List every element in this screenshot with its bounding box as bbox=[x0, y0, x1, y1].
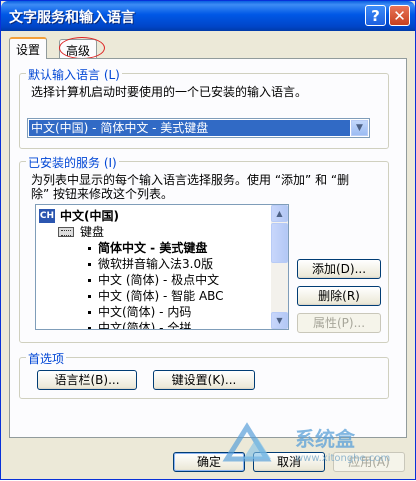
bullet-icon bbox=[88, 295, 91, 298]
installed-services-legend: 已安装的服务 (I) bbox=[26, 154, 119, 171]
apply-button[interactable]: 应用(A) bbox=[333, 452, 405, 472]
scroll-down-icon[interactable]: ▼ bbox=[271, 312, 288, 329]
tree-service-item[interactable]: 中文(简体) - 内码 bbox=[98, 304, 191, 320]
tree-category-node[interactable]: 键盘 bbox=[80, 224, 104, 240]
bullet-icon bbox=[88, 279, 91, 282]
help-button[interactable]: ? bbox=[365, 5, 386, 26]
tree-language-node[interactable]: 中文(中国) bbox=[60, 208, 119, 224]
title-bar[interactable]: 文字服务和输入语言 ? ✕ bbox=[1, 1, 415, 31]
tab-advanced[interactable]: 高级 bbox=[59, 39, 98, 59]
ok-button[interactable]: 确定 bbox=[173, 452, 245, 472]
tree-service-item[interactable]: 微软拼音输入法3.0版 bbox=[98, 256, 213, 272]
tree-service-item[interactable]: 中文 (简体) - 智能 ABC bbox=[98, 288, 224, 304]
services-description-line2: 除” 按钮来修改这个列表。 bbox=[31, 187, 174, 201]
tree-service-item[interactable]: 中文(简体) - 全拼 bbox=[98, 320, 191, 329]
services-scrollbar[interactable]: ▲ ▼ bbox=[271, 205, 288, 329]
default-language-select[interactable]: 中文(中国) - 简体中文 - 美式键盘 ▼ bbox=[27, 118, 370, 138]
default-language-legend: 默认输入语言 (L) bbox=[26, 66, 122, 83]
preferences-legend: 首选项 bbox=[26, 350, 67, 367]
tree-service-item[interactable]: 简体中文 - 美式键盘 bbox=[98, 240, 207, 256]
dialog-window: 文字服务和输入语言 ? ✕ 设置 高级 默认输入语言 (L) 选择计算机启动时要… bbox=[0, 0, 416, 480]
chevron-down-icon[interactable]: ▼ bbox=[351, 120, 368, 136]
keyboard-icon bbox=[58, 227, 74, 237]
bullet-icon bbox=[88, 247, 91, 250]
tab-settings[interactable]: 设置 bbox=[9, 37, 48, 59]
language-badge-icon: CH bbox=[39, 209, 55, 223]
close-button[interactable]: ✕ bbox=[389, 5, 410, 26]
remove-button[interactable]: 删除(R) bbox=[297, 286, 381, 306]
cancel-button[interactable]: 取消 bbox=[253, 452, 325, 472]
bullet-icon bbox=[88, 263, 91, 266]
close-icon: ✕ bbox=[393, 7, 406, 25]
help-icon: ? bbox=[371, 7, 380, 25]
default-language-description: 选择计算机启动时要使用的一个已安装的输入语言。 bbox=[31, 85, 308, 99]
window-title: 文字服务和输入语言 bbox=[9, 10, 135, 26]
scroll-thumb[interactable] bbox=[271, 223, 288, 263]
default-language-value: 中文(中国) - 简体中文 - 美式键盘 bbox=[29, 120, 350, 136]
properties-button[interactable]: 属性(P)... bbox=[297, 313, 381, 333]
bullet-icon bbox=[88, 311, 91, 314]
services-tree-content: CH 中文(中国) 键盘 简体中文 - 美式键盘 微软拼音输入法3.0版 中文 … bbox=[36, 205, 272, 329]
scroll-up-icon[interactable]: ▲ bbox=[271, 205, 288, 222]
tree-service-item[interactable]: 中文 (简体) - 极点中文 bbox=[98, 272, 219, 288]
add-button[interactable]: 添加(D)... bbox=[297, 259, 381, 279]
language-bar-button[interactable]: 语言栏(B)... bbox=[37, 370, 137, 390]
key-settings-button[interactable]: 键设置(K)... bbox=[153, 370, 255, 390]
bullet-icon bbox=[88, 327, 91, 329]
services-tree[interactable]: CH 中文(中国) 键盘 简体中文 - 美式键盘 微软拼音输入法3.0版 中文 … bbox=[35, 204, 289, 330]
